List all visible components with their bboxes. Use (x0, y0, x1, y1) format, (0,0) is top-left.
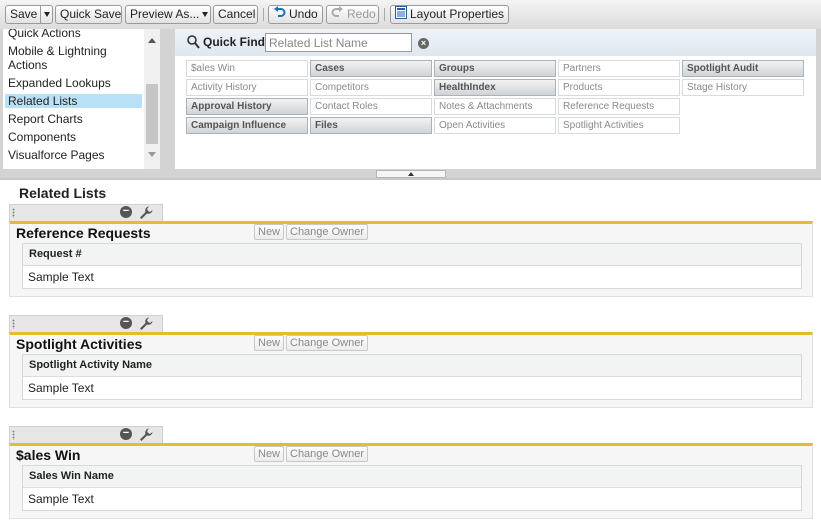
palette-field-sales-win[interactable]: $ales Win (186, 60, 308, 77)
column-header[interactable]: Sales Win Name (23, 466, 801, 488)
toolbar: Save Quick Save Preview As... Cancel Und… (0, 0, 821, 30)
palette-field-healthindex[interactable]: HealthIndex (434, 79, 556, 96)
cancel-label: Cancel (218, 7, 256, 21)
quick-save-button[interactable]: Quick Save (55, 5, 122, 24)
category-components[interactable]: Components (5, 130, 142, 144)
redo-button[interactable]: Redo (326, 5, 379, 24)
undo-label: Undo (289, 7, 318, 21)
related-list-spotlight-activities: Spotlight Activities New Change Owner Sp… (9, 332, 813, 408)
palette-field-activity-history[interactable]: Activity History (186, 79, 308, 96)
palette-field-products[interactable]: Products (558, 79, 680, 96)
palette-collapse-handle[interactable] (376, 170, 446, 178)
palette-field-approval-history[interactable]: Approval History (186, 98, 308, 115)
clear-search-icon[interactable]: × (418, 38, 429, 49)
redo-label: Redo (347, 7, 376, 21)
layout-properties-button[interactable]: Layout Properties (390, 5, 509, 24)
change-owner-button[interactable]: Change Owner (286, 335, 368, 351)
quick-save-label: Quick Save (60, 7, 122, 21)
category-scrollbar[interactable] (144, 29, 160, 169)
quick-find-label: Quick Find (203, 35, 266, 49)
preview-as-label: Preview As... (130, 7, 200, 21)
search-icon (187, 35, 200, 52)
new-button[interactable]: New (254, 335, 285, 351)
palette-field-spotlight-activities[interactable]: Spotlight Activities (558, 117, 680, 134)
column-header[interactable]: Spotlight Activity Name (23, 355, 801, 377)
drag-grip-icon[interactable] (12, 430, 15, 440)
change-owner-button[interactable]: Change Owner (286, 446, 368, 462)
drag-grip-icon[interactable] (12, 319, 15, 329)
palette: Quick Actions Mobile & Lightning Actions… (0, 29, 821, 180)
palette-field-contact-roles[interactable]: Contact Roles (310, 98, 432, 115)
chevron-down-icon[interactable] (44, 12, 51, 18)
redo-icon (331, 6, 344, 23)
drag-grip-icon[interactable] (12, 208, 15, 218)
related-list-table: Spotlight Activity Name Sample Text (22, 354, 802, 400)
scroll-up-icon[interactable] (148, 38, 156, 43)
palette-field-stage-history[interactable]: Stage History (682, 79, 804, 96)
toolbar-divider (384, 8, 385, 21)
related-list-handle[interactable]: − (9, 426, 163, 443)
category-visualforce-pages[interactable]: Visualforce Pages (5, 148, 142, 162)
chevron-down-icon (202, 12, 209, 18)
section-title: Related Lists (19, 185, 107, 201)
category-expanded-lookups[interactable]: Expanded Lookups (5, 76, 142, 90)
sample-cell: Sample Text (28, 492, 94, 506)
related-list-handle[interactable]: − (9, 204, 163, 221)
palette-category-list: Quick Actions Mobile & Lightning Actions… (3, 29, 160, 169)
cancel-button[interactable]: Cancel (213, 5, 258, 24)
remove-icon[interactable]: − (120, 428, 132, 440)
wrench-icon[interactable] (138, 205, 154, 221)
wrench-icon[interactable] (138, 427, 154, 443)
palette-field-campaign-influence[interactable]: Campaign Influence (186, 117, 308, 134)
sample-cell: Sample Text (28, 381, 94, 395)
scroll-down-icon[interactable] (148, 152, 156, 157)
palette-field-spotlight-audit[interactable]: Spotlight Audit (682, 60, 804, 77)
scroll-thumb[interactable] (146, 84, 158, 144)
sample-cell: Sample Text (28, 270, 94, 284)
properties-icon (395, 6, 407, 24)
palette-field-open-activities[interactable]: Open Activities (434, 117, 556, 134)
related-list-reference-requests: Reference Requests New Change Owner Requ… (9, 221, 813, 297)
related-list-title: Spotlight Activities (16, 336, 143, 352)
remove-icon[interactable]: − (120, 317, 132, 329)
related-list-title: $ales Win (16, 447, 81, 463)
quick-find-bar: Quick Find × (175, 29, 816, 56)
palette-field-groups[interactable]: Groups (434, 60, 556, 77)
category-mobile-lightning-actions[interactable]: Mobile & Lightning (5, 44, 142, 58)
undo-icon (273, 6, 286, 23)
palette-field-notes-attachments[interactable]: Notes & Attachments (434, 98, 556, 115)
new-button[interactable]: New (254, 224, 285, 240)
related-list-title: Reference Requests (16, 225, 151, 241)
save-button[interactable]: Save (5, 5, 53, 24)
palette-field-files[interactable]: Files (310, 117, 432, 134)
undo-button[interactable]: Undo (268, 5, 323, 24)
chevron-up-icon (408, 172, 414, 176)
palette-field-competitors[interactable]: Competitors (310, 79, 432, 96)
layout-properties-label: Layout Properties (410, 7, 505, 22)
palette-field-partners[interactable]: Partners (558, 60, 680, 77)
column-header[interactable]: Request # (23, 244, 801, 266)
category-related-lists[interactable]: Related Lists (5, 94, 142, 108)
remove-icon[interactable]: − (120, 206, 132, 218)
related-list-table: Request # Sample Text (22, 243, 802, 289)
preview-as-button[interactable]: Preview As... (125, 5, 211, 24)
related-list-sales-win: $ales Win New Change Owner Sales Win Nam… (9, 443, 813, 519)
split-divider (40, 6, 42, 23)
quick-find-input[interactable] (265, 33, 412, 52)
category-report-charts[interactable]: Report Charts (5, 112, 142, 126)
change-owner-button[interactable]: Change Owner (286, 224, 368, 240)
toolbar-divider (263, 8, 264, 21)
category-mobile-lightning-actions-line2[interactable]: Actions (5, 58, 142, 72)
palette-field-area: Quick Find × $ales Win Cases Groups Part… (175, 29, 816, 169)
palette-field-cases[interactable]: Cases (310, 60, 432, 77)
related-list-handle[interactable]: − (9, 315, 163, 332)
related-list-table: Sales Win Name Sample Text (22, 465, 802, 511)
category-quick-actions[interactable]: Quick Actions (5, 29, 142, 40)
save-label: Save (10, 7, 38, 21)
wrench-icon[interactable] (138, 316, 154, 332)
new-button[interactable]: New (254, 446, 285, 462)
palette-field-reference-requests[interactable]: Reference Requests (558, 98, 680, 115)
